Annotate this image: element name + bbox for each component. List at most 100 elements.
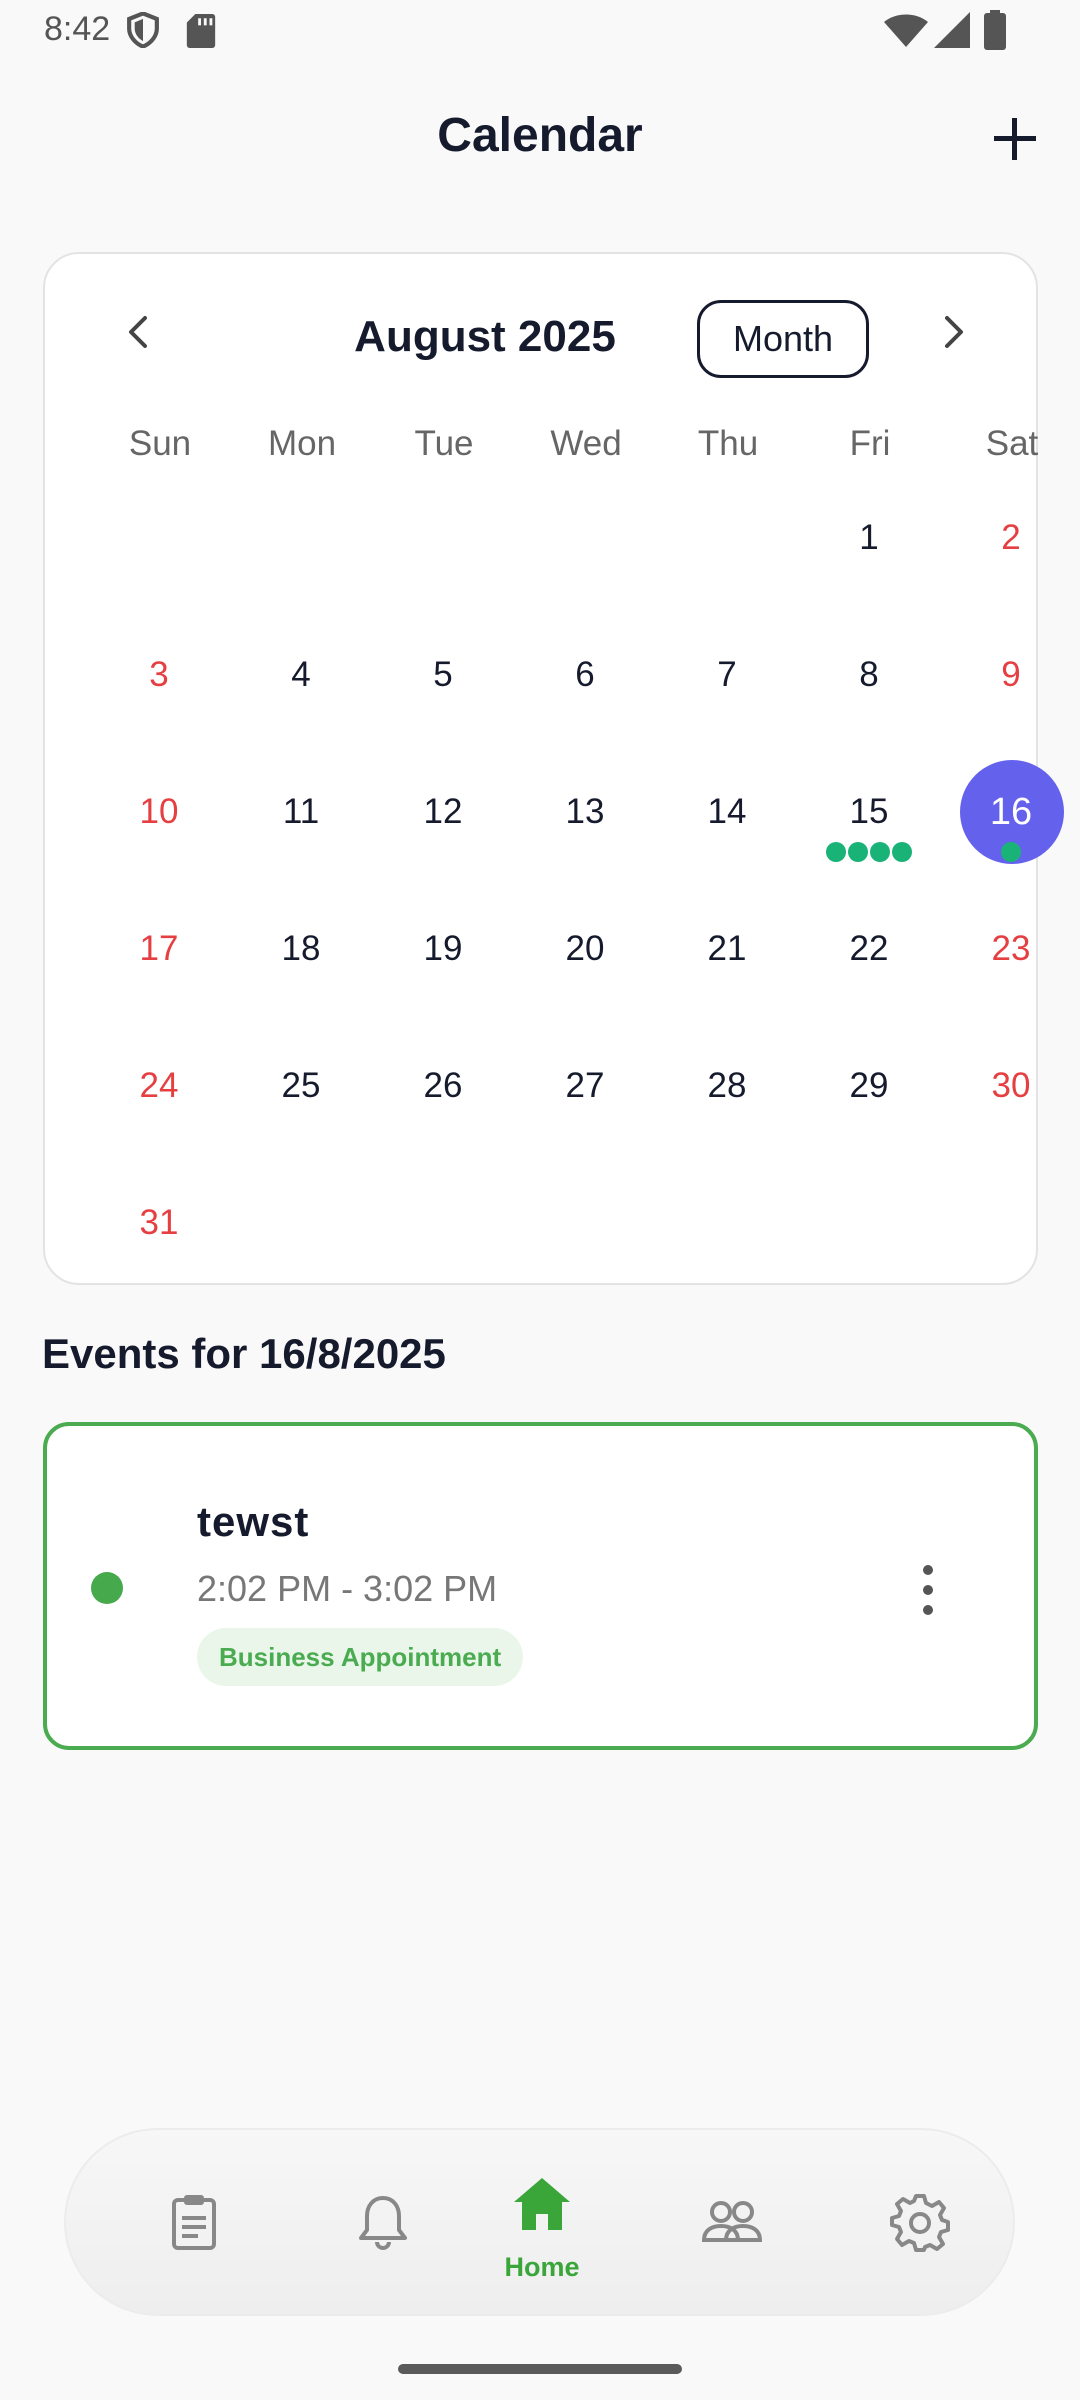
more-options-icon[interactable]: [913, 1562, 943, 1618]
nav-contacts[interactable]: [642, 2130, 822, 2318]
day-number: 31: [139, 1203, 179, 1242]
home-icon: [514, 2178, 570, 2230]
weekday-fri: Fri: [849, 424, 891, 463]
day-number: 30: [991, 1066, 1031, 1105]
people-icon: [702, 2201, 762, 2242]
signal-icon: [934, 12, 970, 48]
nav-home[interactable]: Home: [452, 2130, 632, 2318]
day-cell-15[interactable]: 15: [798, 744, 940, 881]
day-cell-5[interactable]: 5: [372, 607, 514, 744]
day-number: 28: [707, 1066, 747, 1105]
day-number: 29: [849, 1066, 889, 1105]
event-color-dot: [91, 1572, 123, 1604]
day-cell-4[interactable]: 4: [230, 607, 372, 744]
gear-icon: [890, 2194, 950, 2252]
day-cell-9[interactable]: 9: [940, 607, 1080, 744]
day-cell-19[interactable]: 19: [372, 881, 514, 1018]
day-number: 24: [139, 1066, 179, 1105]
weekday-mon: Mon: [267, 424, 337, 463]
day-cell-3[interactable]: 3: [88, 607, 230, 744]
nav-notifications[interactable]: [293, 2130, 473, 2318]
day-cell-12[interactable]: 12: [372, 744, 514, 881]
shield-icon: [127, 12, 159, 48]
day-number: 9: [1001, 655, 1021, 694]
month-title: August 2025: [354, 312, 616, 361]
day-cell-28[interactable]: 28: [656, 1018, 798, 1155]
events-heading: Events for 16/8/2025: [42, 1330, 446, 1377]
day-number: 18: [281, 929, 321, 968]
nav-home-label: Home: [504, 2252, 580, 2282]
event-indicator-dots: [940, 842, 1080, 866]
day-cell-21[interactable]: 21: [656, 881, 798, 1018]
day-number: 23: [991, 929, 1031, 968]
event-title: tewst: [197, 1498, 310, 1545]
day-number: 16: [989, 791, 1033, 833]
day-cell-31[interactable]: 31: [88, 1155, 230, 1292]
day-cell-13[interactable]: 13: [514, 744, 656, 881]
day-cell-23[interactable]: 23: [940, 881, 1080, 1018]
day-number: 1: [859, 518, 879, 557]
previous-month-button[interactable]: [111, 304, 167, 360]
nav-tasks[interactable]: [104, 2130, 284, 2318]
day-number: 26: [423, 1066, 463, 1105]
calendar-day-grid: 1 2 3 4 5 6 7 8 9 10 11 12 13 14 15 16 17 18 19 20 21 22 23 24 2…: [45, 470, 1064, 1292]
event-card[interactable]: tewst 2:02 PM - 3:02 PM Business Appoint…: [43, 1422, 1038, 1750]
clipboard-icon: [172, 2195, 216, 2250]
day-cell-30[interactable]: 30: [940, 1018, 1080, 1155]
day-cell-17[interactable]: 17: [88, 881, 230, 1018]
weekday-tue: Tue: [414, 424, 474, 463]
day-number: 10: [139, 792, 179, 831]
day-cell-24[interactable]: 24: [88, 1018, 230, 1155]
nav-settings[interactable]: [830, 2130, 1010, 2318]
day-cell-22[interactable]: 22: [798, 881, 940, 1018]
day-cell-25[interactable]: 25: [230, 1018, 372, 1155]
day-number: 4: [291, 655, 311, 694]
event-dot: [870, 842, 890, 862]
day-number: 14: [707, 792, 747, 831]
calendar-card: August 2025 Month Sun Mon Tue Wed Thu Fr…: [43, 252, 1064, 1285]
day-number: 17: [139, 929, 179, 968]
day-number: 27: [565, 1066, 605, 1105]
event-dot: [848, 842, 868, 862]
day-cell-10[interactable]: 10: [88, 744, 230, 881]
day-cell-20[interactable]: 20: [514, 881, 656, 1018]
day-cell-27[interactable]: 27: [514, 1018, 656, 1155]
page-title: Calendar: [437, 109, 643, 162]
day-cell-16[interactable]: 16: [940, 744, 1080, 881]
day-cell-14[interactable]: 14: [656, 744, 798, 881]
app-header: Calendar: [0, 100, 1080, 180]
day-cell-6[interactable]: 6: [514, 607, 656, 744]
day-number: 7: [717, 655, 737, 694]
day-number: 21: [707, 929, 747, 968]
day-number: 12: [423, 792, 463, 831]
bell-icon: [359, 2196, 407, 2250]
add-event-button[interactable]: [990, 114, 1040, 164]
day-number: 20: [565, 929, 605, 968]
day-cell-29[interactable]: 29: [798, 1018, 940, 1155]
weekday-sun: Sun: [128, 424, 192, 463]
event-dot: [826, 842, 846, 862]
day-cell-1[interactable]: 1: [798, 470, 940, 607]
status-bar: 8:42: [0, 0, 1080, 64]
day-cell-18[interactable]: 18: [230, 881, 372, 1018]
weekday-sat: Sat: [985, 424, 1039, 463]
day-cell-11[interactable]: 11: [230, 744, 372, 881]
day-number: 5: [433, 655, 453, 694]
bottom-navigation: Home: [64, 2128, 1015, 2316]
day-number: 3: [149, 655, 169, 694]
day-cell-8[interactable]: 8: [798, 607, 940, 744]
battery-icon: [984, 10, 1006, 50]
day-number: 2: [1001, 518, 1021, 557]
day-number: 8: [859, 655, 879, 694]
next-month-button[interactable]: [925, 304, 981, 360]
event-time: 2:02 PM - 3:02 PM: [197, 1568, 498, 1609]
view-mode-toggle[interactable]: Month: [697, 300, 869, 378]
day-number: 6: [575, 655, 595, 694]
home-indicator: [398, 2364, 682, 2374]
day-number: 19: [423, 929, 463, 968]
day-cell-7[interactable]: 7: [656, 607, 798, 744]
day-number: 22: [849, 929, 889, 968]
day-cell-2[interactable]: 2: [940, 470, 1080, 607]
day-cell-26[interactable]: 26: [372, 1018, 514, 1155]
day-number: 13: [565, 792, 605, 831]
